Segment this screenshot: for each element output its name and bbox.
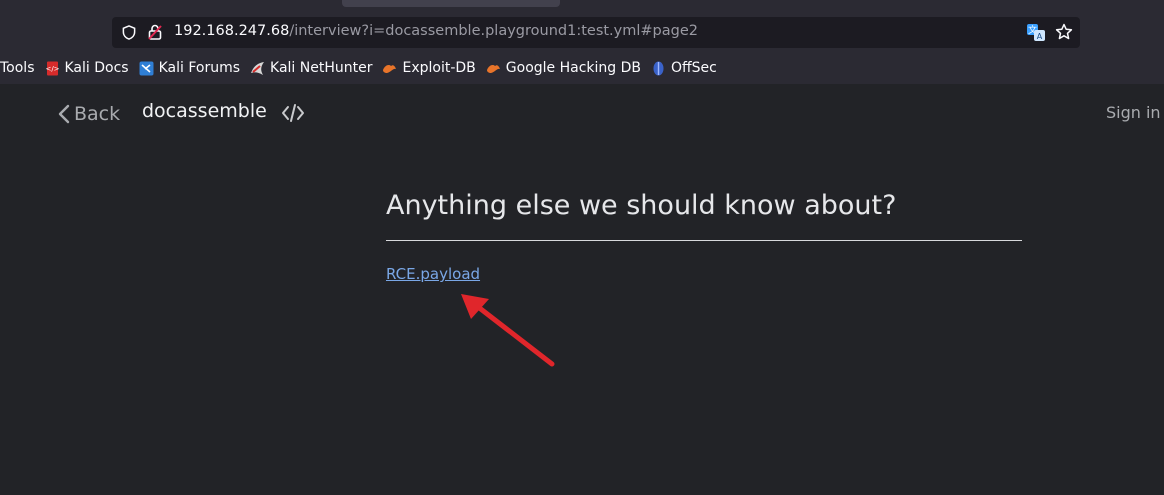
- bookmark-kali-forums[interactable]: Kali Forums: [139, 60, 240, 76]
- question-heading: Anything else we should know about?: [386, 190, 897, 221]
- browser-tab[interactable]: [342, 0, 560, 7]
- bookmark-kali-nethunter[interactable]: Kali NetHunter: [250, 60, 372, 76]
- bookmarks-toolbar: Tools </> Kali Docs Kali Forums Kali Net…: [0, 56, 1164, 80]
- exploit-db-icon: [383, 64, 397, 73]
- url-host: 192.168.247.68: [174, 23, 290, 39]
- address-bar[interactable]: 192.168.247.68/interview?i=docassemble.p…: [112, 17, 1080, 48]
- kali-docs-icon: </>: [45, 61, 59, 75]
- bookmark-label: OffSec: [671, 60, 717, 76]
- translate-icon[interactable]: 文 A: [1027, 24, 1045, 41]
- browser-toolbar: 192.168.247.68/interview?i=docassemble.p…: [0, 0, 1164, 84]
- bookmark-exploit-db[interactable]: Exploit-DB: [382, 60, 476, 76]
- chevron-left-icon: [58, 104, 70, 124]
- source-code-icon[interactable]: [281, 102, 305, 124]
- shield-icon[interactable]: [122, 25, 136, 40]
- file-download-link[interactable]: RCE.payload: [386, 265, 480, 283]
- bookmark-label: Kali Docs: [64, 60, 129, 76]
- kali-nethunter-icon: [251, 61, 265, 75]
- bookmark-label: Tools: [0, 60, 35, 76]
- insecure-lock-icon[interactable]: [148, 24, 162, 40]
- divider: [386, 240, 1022, 241]
- sign-in-link[interactable]: Sign in o: [1106, 103, 1164, 122]
- svg-text:A: A: [1037, 32, 1043, 41]
- bookmark-label: Kali Forums: [158, 60, 241, 76]
- svg-text:</>: </>: [45, 65, 59, 73]
- brand-title[interactable]: docassemble: [142, 100, 267, 122]
- bookmark-label: Kali NetHunter: [270, 60, 373, 76]
- bookmark-offsec[interactable]: OffSec: [651, 60, 717, 76]
- bookmark-kali-docs[interactable]: </> Kali Docs: [45, 60, 129, 76]
- offsec-icon: [653, 61, 664, 75]
- url-text[interactable]: 192.168.247.68/interview?i=docassemble.p…: [174, 23, 698, 39]
- annotation-arrow-icon: [461, 294, 555, 367]
- back-label: Back: [74, 103, 121, 125]
- kali-forums-icon: [139, 61, 154, 75]
- bookmark-label: Google Hacking DB: [505, 60, 641, 76]
- page-navbar: Back docassemble Sign in o: [0, 84, 1164, 142]
- bookmark-tools[interactable]: Tools: [0, 60, 35, 76]
- url-path: /interview?i=docassemble.playground1:tes…: [289, 23, 698, 39]
- bookmark-label: Exploit-DB: [402, 60, 476, 76]
- bookmark-google-hacking-db[interactable]: Google Hacking DB: [486, 60, 641, 76]
- bookmark-star-icon[interactable]: [1055, 23, 1073, 41]
- ghdb-icon: [486, 64, 500, 73]
- back-button[interactable]: Back: [58, 101, 120, 127]
